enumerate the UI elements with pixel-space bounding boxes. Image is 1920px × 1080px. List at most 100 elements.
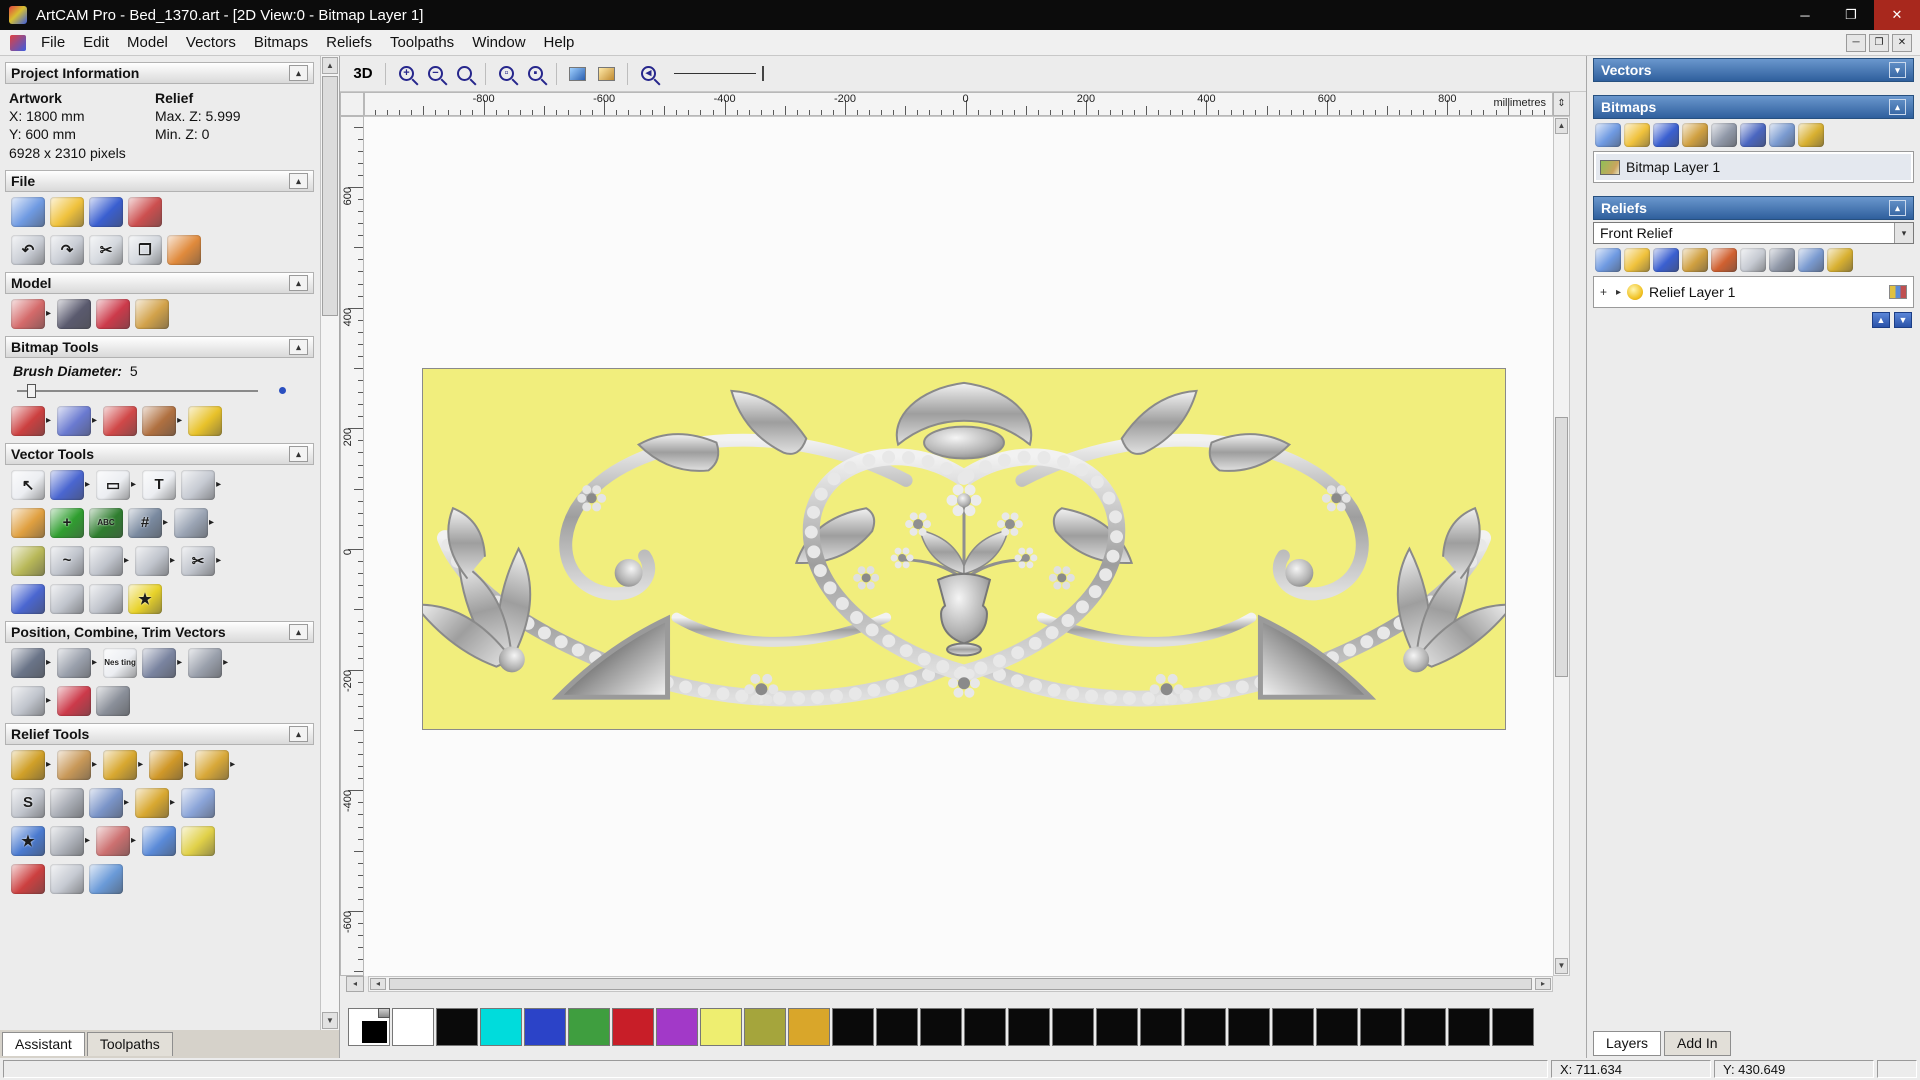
tab-layers[interactable]: Layers — [1593, 1031, 1662, 1056]
zoom-objects-button[interactable]: ▪ — [522, 61, 549, 87]
scroll-thumb[interactable] — [1555, 417, 1568, 677]
flyout-arrow-icon[interactable]: ▸ — [216, 479, 221, 490]
paint-selective-icon[interactable]: ▸ — [57, 405, 98, 436]
palette-swatch-1[interactable] — [436, 1008, 478, 1046]
face-wizard-icon[interactable] — [181, 787, 216, 818]
zoom-in-button[interactable]: + — [393, 61, 420, 87]
transform-vectors-icon[interactable]: ▸ — [50, 469, 91, 500]
flyout-arrow-icon[interactable]: ▸ — [170, 797, 175, 808]
palette-swatch-18[interactable] — [1184, 1008, 1226, 1046]
menu-help[interactable]: Help — [535, 31, 584, 54]
menu-model[interactable]: Model — [118, 31, 177, 54]
plane-wizard-icon[interactable] — [181, 825, 216, 856]
create-spiral-icon[interactable] — [96, 685, 131, 716]
menu-file[interactable]: File — [32, 31, 74, 54]
duplicate-relief-layer-icon[interactable] — [1682, 248, 1708, 272]
mdi-restore-button[interactable]: ❐ — [1869, 33, 1889, 52]
flyout-arrow-icon[interactable]: ▸ — [124, 555, 129, 566]
toggle-vector-visibility-button[interactable] — [593, 61, 620, 87]
fit-arcs-icon[interactable] — [11, 545, 45, 576]
weave-wizard-icon[interactable] — [50, 787, 84, 818]
extrude-tool-icon[interactable]: ▸ — [149, 749, 190, 780]
flyout-arrow-icon[interactable]: ▸ — [46, 657, 51, 668]
node-editing-icon[interactable]: ▸ — [89, 545, 130, 576]
palette-swatch-11[interactable] — [876, 1008, 918, 1046]
rollup-icon[interactable]: ▴ — [289, 725, 308, 742]
close-button[interactable]: ✕ — [1874, 0, 1920, 30]
flyout-arrow-icon[interactable]: ▸ — [184, 759, 189, 770]
texture-relief-icon[interactable]: ▸ — [89, 787, 130, 818]
palette-swatch-23[interactable] — [1404, 1008, 1446, 1046]
text-tool-icon[interactable]: ABC — [89, 507, 123, 538]
palette-swatch-21[interactable] — [1316, 1008, 1358, 1046]
create-rectangle-icon[interactable]: ▭ ▸ — [96, 469, 137, 500]
minimize-button[interactable]: ─ — [1782, 0, 1828, 30]
mirror-vectors-icon[interactable] — [50, 583, 84, 614]
brush-diameter-slider[interactable] — [15, 381, 304, 401]
flood-fill-icon[interactable] — [188, 405, 223, 436]
menu-window[interactable]: Window — [463, 31, 534, 54]
bitmap-layer-row[interactable]: Bitmap Layer 1 — [1596, 154, 1911, 180]
reliefs-collapse-icon[interactable]: ▴ — [1889, 200, 1906, 216]
dropdown-arrow-icon[interactable]: ▾ — [1894, 223, 1913, 243]
palette-swatch-15[interactable] — [1052, 1008, 1094, 1046]
palette-swatch-6[interactable] — [656, 1008, 698, 1046]
create-freehand-icon[interactable] — [11, 507, 45, 538]
snap-settings-icon[interactable]: ▸ — [174, 507, 215, 538]
flyout-arrow-icon[interactable]: ▸ — [92, 759, 97, 770]
scroll-down-icon[interactable]: ▼ — [1555, 958, 1568, 974]
flyout-arrow-icon[interactable]: ▸ — [92, 415, 97, 426]
new-relief-layer-icon[interactable] — [1595, 248, 1621, 272]
menu-bitmaps[interactable]: Bitmaps — [245, 31, 317, 54]
save-bitmap-layer-icon[interactable] — [1653, 123, 1679, 147]
mdi-close-button[interactable]: ✕ — [1892, 33, 1912, 52]
flyout-arrow-icon[interactable]: ▸ — [46, 695, 51, 706]
snap-grid-icon[interactable]: # ▸ — [128, 507, 169, 538]
flyout-arrow-icon[interactable]: ▸ — [46, 759, 51, 770]
scroll-up-icon[interactable]: ▲ — [1555, 118, 1568, 134]
weave-texture-icon[interactable]: ▸ — [50, 825, 91, 856]
palette-swatch-3[interactable] — [524, 1008, 566, 1046]
invert-relief-layer-icon[interactable] — [1740, 248, 1766, 272]
draw-icon[interactable] — [103, 405, 138, 436]
notes-icon[interactable] — [135, 298, 170, 329]
vectors-collapse-icon[interactable]: ▾ — [1889, 62, 1906, 78]
zoom-out-button[interactable]: − — [422, 61, 449, 87]
mesh-tool-icon[interactable] — [50, 863, 84, 894]
paste-icon[interactable] — [167, 234, 201, 265]
open-bitmap-layer-icon[interactable] — [1624, 123, 1650, 147]
canvas-horizontal-scrollbar[interactable]: ◂ ▸ — [368, 976, 1553, 992]
tab-assistant[interactable]: Assistant — [2, 1032, 85, 1056]
align-vectors-icon[interactable]: ▸ — [11, 647, 52, 678]
flyout-arrow-icon[interactable]: ▸ — [163, 517, 168, 528]
3d-view-button[interactable]: 3D — [348, 61, 378, 87]
create-cross-icon[interactable]: + — [50, 507, 84, 538]
canvas-vertical-scrollbar[interactable]: ▲ ▼ — [1553, 116, 1570, 976]
menu-reliefs[interactable]: Reliefs — [317, 31, 381, 54]
scroll-thumb[interactable] — [322, 76, 338, 316]
flyout-arrow-icon[interactable]: ▸ — [138, 759, 143, 770]
flyout-arrow-icon[interactable]: ▸ — [131, 479, 136, 490]
pane-split-button[interactable]: ◂ — [346, 976, 364, 992]
palette-swatch-10[interactable] — [832, 1008, 874, 1046]
menu-vectors[interactable]: Vectors — [177, 31, 245, 54]
move-layer-up-button[interactable]: ▲ — [1872, 312, 1890, 328]
flyout-arrow-icon[interactable]: ▸ — [92, 657, 97, 668]
undo-icon[interactable]: ↶ — [11, 234, 45, 265]
palette-swatch-14[interactable] — [1008, 1008, 1050, 1046]
scroll-thumb[interactable] — [389, 978, 1532, 990]
create-text-icon[interactable]: T — [142, 469, 177, 500]
move-layer-down-button[interactable]: ▼ — [1894, 312, 1912, 328]
material-settings-icon[interactable] — [57, 298, 92, 329]
palette-swatch-8[interactable] — [744, 1008, 786, 1046]
emboss-wizard-icon[interactable]: ▸ — [96, 825, 137, 856]
flyout-arrow-icon[interactable]: ▸ — [170, 555, 175, 566]
delete-relief-layer-icon[interactable] — [1798, 248, 1824, 272]
open-relief-layer-icon[interactable] — [1624, 248, 1650, 272]
rollup-icon[interactable]: ▴ — [289, 338, 308, 355]
flyout-arrow-icon[interactable]: ▸ — [85, 479, 90, 490]
palette-swatch-13[interactable] — [964, 1008, 1006, 1046]
colour-palette-icon[interactable]: ▸ — [142, 405, 183, 436]
canvas-viewport[interactable] — [364, 116, 1553, 976]
flyout-arrow-icon[interactable]: ▸ — [209, 517, 214, 528]
